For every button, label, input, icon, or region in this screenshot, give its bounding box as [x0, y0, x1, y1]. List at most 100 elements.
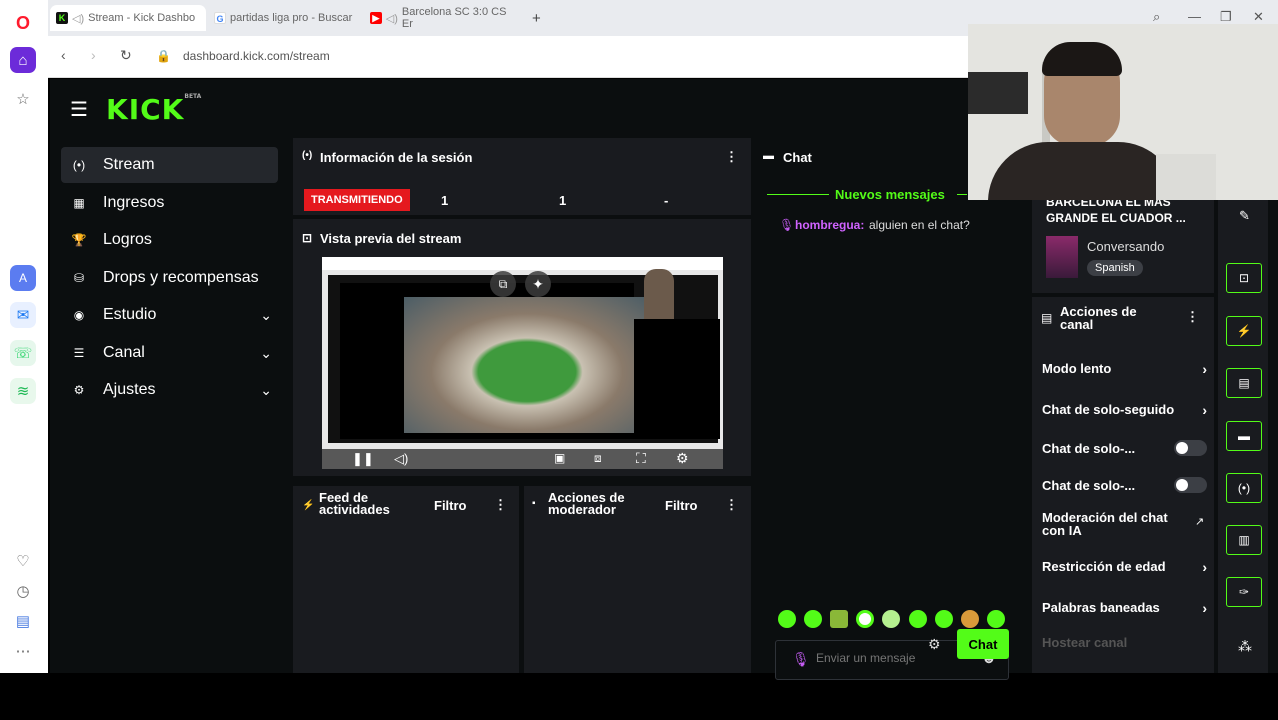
chat-username[interactable]: hombregua: — [795, 218, 864, 232]
more-options-icon[interactable]: ⋮ — [1186, 309, 1199, 325]
sidebar-item-drops[interactable]: ⛁ Drops y recompensas — [61, 260, 278, 296]
item-label: Chat de solo-seguido — [1042, 402, 1175, 417]
sidebar-item-logros[interactable]: 🏆 Logros — [61, 222, 278, 258]
preview-webcam-person — [644, 269, 674, 319]
item-label: Moderación del chat con IA — [1042, 510, 1168, 538]
messenger-icon[interactable]: ✉ — [10, 302, 36, 328]
webcam-background — [1156, 154, 1216, 200]
more-options-icon[interactable]: ⋮ — [725, 497, 738, 513]
history-icon[interactable]: ◷ — [10, 578, 36, 604]
chat-settings-icon[interactable]: ⚙ — [928, 636, 941, 653]
emote-icon[interactable] — [961, 610, 979, 628]
sparkle-icon[interactable]: ✦ — [525, 271, 551, 297]
opera-logo-icon[interactable]: O — [10, 10, 36, 36]
ai-moderation-item[interactable]: Moderación del chat con IA — [1042, 511, 1182, 537]
edit-icon[interactable]: ✎ — [1239, 208, 1250, 224]
maximize-icon[interactable]: ❐ — [1220, 9, 1232, 25]
filter-button[interactable]: Filtro — [434, 498, 467, 513]
fullscreen-icon[interactable]: ⛶ — [636, 450, 646, 467]
sidebar-item-stream[interactable]: (•) Stream — [61, 147, 278, 183]
emotes-only-item[interactable]: Chat de solo-... — [1042, 477, 1207, 493]
wrench-icon[interactable]: ✑ — [1226, 577, 1262, 607]
volume-icon[interactable]: ◁) — [394, 451, 408, 467]
emote-icon[interactable] — [830, 610, 848, 628]
toggle-switch[interactable] — [1174, 477, 1207, 493]
slow-mode-item[interactable]: Modo lento › — [1042, 361, 1207, 377]
emote-icon[interactable] — [778, 610, 796, 628]
pause-icon[interactable]: ❚❚ — [352, 451, 374, 467]
followers-only-item[interactable]: Chat de solo-seguido › — [1042, 402, 1207, 418]
webcam-overlay — [968, 24, 1278, 200]
extensions-icon[interactable]: ▤ — [10, 608, 36, 634]
sidebar-item-label: Ingresos — [103, 194, 165, 211]
tab-google[interactable]: G partidas liga pro - Buscar — [208, 5, 362, 31]
new-tab-button[interactable]: + — [526, 5, 546, 31]
home-icon[interactable]: ⌂ — [10, 47, 36, 73]
chat-input[interactable] — [816, 651, 976, 665]
url-field[interactable]: dashboard.kick.com/stream — [183, 49, 330, 63]
speaker-icon: ◁) — [385, 12, 398, 25]
moderator-title: Acciones de moderador — [548, 490, 625, 517]
minimize-icon[interactable]: — — [1188, 9, 1201, 24]
youtube-favicon-icon: ▶ — [370, 12, 382, 24]
chevron-right-icon: › — [1202, 402, 1207, 418]
banned-words-item[interactable]: Palabras baneadas › — [1042, 600, 1207, 616]
forward-icon[interactable]: › — [91, 47, 96, 63]
emote-icon[interactable] — [935, 610, 953, 628]
sidebar-item-ajustes[interactable]: ⚙ Ajustes ⌄ — [61, 372, 278, 408]
theater-icon[interactable]: ▣ — [554, 451, 565, 465]
age-restriction-item[interactable]: Restricción de edad › — [1042, 559, 1207, 575]
emote-icon[interactable] — [856, 610, 874, 628]
category-name[interactable]: Conversando — [1087, 239, 1164, 254]
sidebar-item-ingresos[interactable]: ▦ Ingresos — [61, 185, 278, 221]
spotify-icon[interactable]: ≋ — [10, 378, 36, 404]
host-channel-item[interactable]: Hostear canal — [1042, 635, 1207, 650]
emote-icon[interactable] — [987, 610, 1005, 628]
webcam-hair — [1042, 42, 1122, 76]
search-tabs-icon[interactable]: ⌕ — [1153, 9, 1160, 25]
stream-preview[interactable]: ⧉ ✦ ❚❚ ◁) ▣ ⧈ ⛶ ⚙ — [322, 257, 723, 469]
pip-icon[interactable]: ⧈ — [594, 451, 602, 466]
session-title: Información de la sesión — [320, 150, 473, 165]
more-options-icon[interactable]: ⋮ — [494, 497, 507, 513]
tab-kick[interactable]: K ◁) Stream - Kick Dashbo — [50, 5, 206, 31]
external-link-icon[interactable]: ↗ — [1195, 515, 1204, 528]
broadcast-icon: (•) — [72, 158, 86, 172]
toggle-switch[interactable] — [1174, 440, 1207, 456]
reload-icon[interactable]: ↻ — [120, 47, 132, 64]
chat-bubble-icon[interactable]: ▬ — [1226, 421, 1262, 451]
broadcast-icon[interactable]: (•) — [1226, 473, 1262, 503]
notes-icon[interactable]: ▤ — [1226, 368, 1262, 398]
hamburger-icon[interactable]: ☰ — [70, 97, 88, 122]
more-options-icon[interactable]: ⋮ — [725, 149, 738, 165]
sidebar-item-label: Stream — [103, 156, 155, 173]
sidebar-item-canal[interactable]: ☰ Canal ⌄ — [61, 335, 278, 371]
aria-icon[interactable]: A — [10, 265, 36, 291]
sidebar-item-label: Drops y recompensas — [103, 269, 259, 286]
tab-youtube[interactable]: ▶ ◁) Barcelona SC 3:0 CS Er — [364, 5, 518, 31]
copy-icon[interactable]: ⧉ — [490, 271, 516, 297]
emote-icon[interactable] — [909, 610, 927, 628]
chat-send-button[interactable]: Chat — [957, 629, 1009, 659]
channel-icon[interactable]: ▥ — [1226, 525, 1262, 555]
back-icon[interactable]: ‹ — [61, 47, 66, 63]
category-thumbnail[interactable] — [1046, 236, 1078, 278]
star-icon[interactable]: ☆ — [10, 86, 36, 112]
channel-actions-title: Acciones de canal — [1060, 304, 1137, 332]
whatsapp-icon[interactable]: ☏ — [10, 340, 36, 366]
screenshot-icon[interactable]: ⊡ — [1226, 263, 1262, 293]
session-stat: 1 — [441, 193, 449, 208]
chevron-down-icon: ⌄ — [260, 306, 272, 323]
kick-logo[interactable]: KICKBETA — [106, 93, 201, 126]
more-icon[interactable]: ⋯ — [10, 638, 36, 664]
heart-icon[interactable]: ♡ — [10, 548, 36, 574]
bolt-icon[interactable]: ⚡ — [1226, 316, 1262, 346]
sidebar-item-estudio[interactable]: ◉ Estudio ⌄ — [61, 297, 278, 333]
subscribers-only-item[interactable]: Chat de solo-... — [1042, 440, 1207, 456]
community-icon[interactable]: ⁂ — [1238, 638, 1252, 655]
settings-icon[interactable]: ⚙ — [676, 450, 689, 467]
emote-icon[interactable] — [882, 610, 900, 628]
filter-button[interactable]: Filtro — [665, 498, 698, 513]
close-icon[interactable]: ✕ — [1253, 9, 1264, 25]
emote-icon[interactable] — [804, 610, 822, 628]
